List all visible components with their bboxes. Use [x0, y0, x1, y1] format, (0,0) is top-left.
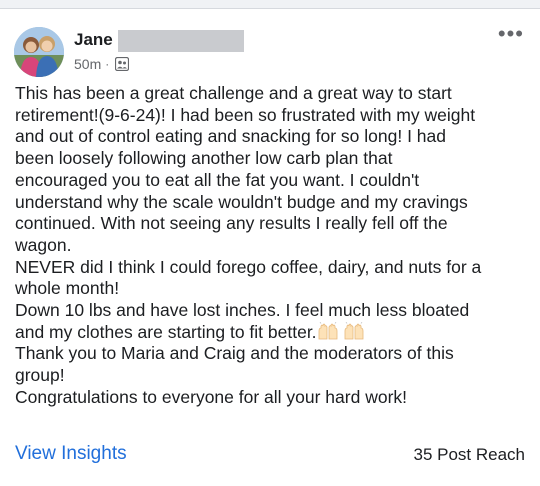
body-line: Thank you to Maria and Craig and the mod…: [15, 343, 454, 364]
raising-hands-emoji: [318, 321, 337, 340]
post-card: Jane 50m · ••• This has been a great cha…: [0, 9, 540, 486]
view-insights-link[interactable]: View Insights: [15, 443, 127, 465]
post-reach-count: 35 Post Reach: [413, 445, 525, 464]
body-line: group!: [15, 365, 65, 386]
more-options-icon[interactable]: •••: [498, 23, 524, 45]
post-meta: 50m ·: [74, 56, 130, 72]
body-line: Down 10 lbs and have lost inches. I feel…: [15, 300, 470, 321]
body-line: continued. With not seeing any results I…: [15, 213, 448, 234]
body-line: encouraged you to eat all the fat you wa…: [15, 169, 420, 190]
top-divider: [0, 0, 540, 9]
body-line: This has been a great challenge and a gr…: [15, 83, 452, 103]
body-line: Congratulations to everyone for all your…: [15, 386, 408, 407]
body-line: and my clothes are starting to fit bette…: [15, 321, 317, 342]
body-line: been loosely following another low carb …: [15, 148, 393, 169]
avatar-photo: [14, 27, 64, 77]
post-body: This has been a great challenge and a gr…: [15, 83, 530, 409]
raising-hands-emoji: [345, 321, 364, 340]
author-name[interactable]: Jane: [74, 30, 113, 50]
body-line: and out of control eating and snacking f…: [15, 126, 446, 147]
meta-separator: ·: [105, 57, 110, 71]
post-footer: View Insights 35 Post Reach: [15, 443, 525, 469]
name-redaction: [118, 30, 244, 52]
body-line: NEVER did I think I could forego coffee,…: [15, 256, 482, 277]
body-line: whole month!: [15, 278, 120, 299]
post-timestamp[interactable]: 50m: [74, 56, 101, 72]
group-icon: [115, 57, 130, 71]
body-line: wagon.: [15, 234, 72, 255]
author-avatar[interactable]: [14, 27, 64, 77]
body-line: retirement!(9-6-24)! I had been so frust…: [15, 104, 476, 125]
body-line: understand why the scale wouldn't budge …: [15, 191, 468, 212]
post-header: Jane 50m · •••: [14, 23, 526, 83]
